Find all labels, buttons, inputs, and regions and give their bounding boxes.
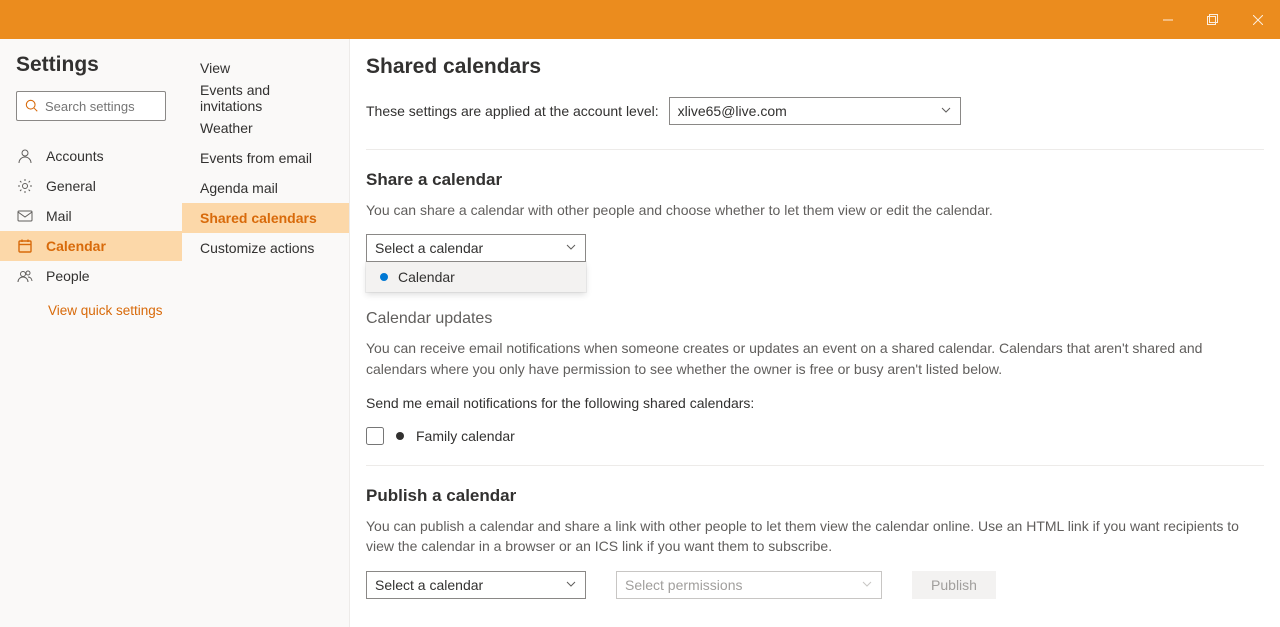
chevron-down-icon: [940, 103, 952, 119]
family-calendar-label: Family calendar: [416, 428, 515, 444]
sidebar-item-general[interactable]: General: [0, 171, 182, 201]
sidebar-item-label: Calendar: [46, 238, 106, 254]
sidebar-item-accounts[interactable]: Accounts: [0, 141, 182, 171]
calendar-updates-desc: You can receive email notifications when…: [366, 338, 1264, 379]
share-calendar-select[interactable]: Select a calendar: [366, 234, 586, 262]
sidebar-item-label: Mail: [46, 208, 72, 224]
calendar-updates-prompt: Send me email notifications for the foll…: [366, 393, 1264, 413]
subnav-item-customize-actions[interactable]: Customize actions: [182, 233, 349, 263]
sidebar-item-people[interactable]: People: [0, 261, 182, 291]
family-calendar-checkbox-row: Family calendar: [366, 427, 1264, 445]
subnav-item-agenda-mail[interactable]: Agenda mail: [182, 173, 349, 203]
share-calendar-dropdown: Calendar: [366, 262, 586, 292]
settings-heading: Settings: [0, 53, 182, 91]
publish-permissions-value: Select permissions: [625, 577, 743, 593]
share-calendar-select-value: Select a calendar: [375, 240, 483, 256]
publish-calendar-select-value: Select a calendar: [375, 577, 483, 593]
share-calendar-desc: You can share a calendar with other peop…: [366, 200, 1264, 220]
subnav-item-view[interactable]: View: [182, 53, 349, 83]
sidebar-item-label: General: [46, 178, 96, 194]
subnav-item-shared-calendars[interactable]: Shared calendars: [182, 203, 349, 233]
account-level-row: These settings are applied at the accoun…: [366, 97, 1264, 150]
subnav-item-weather[interactable]: Weather: [182, 113, 349, 143]
share-calendar-option[interactable]: Calendar: [366, 262, 586, 292]
calendar-updates-title: Calendar updates: [366, 310, 1264, 328]
chevron-down-icon: [861, 577, 873, 593]
calendar-icon: [16, 238, 34, 254]
family-calendar-checkbox[interactable]: [366, 427, 384, 445]
publish-button: Publish: [912, 571, 996, 599]
subnav-item-events-from-email[interactable]: Events from email: [182, 143, 349, 173]
sidebar-item-label: People: [46, 268, 90, 284]
calendar-color-dot: [380, 273, 388, 281]
account-level-label: These settings are applied at the accoun…: [366, 103, 659, 119]
calendar-color-dot: [396, 432, 404, 440]
publish-calendar-desc: You can publish a calendar and share a l…: [366, 516, 1264, 557]
main-content: Shared calendars These settings are appl…: [350, 39, 1280, 627]
publish-calendar-title: Publish a calendar: [366, 486, 1264, 506]
search-icon: [25, 99, 39, 113]
account-select-value: xlive65@live.com: [678, 103, 787, 119]
gear-icon: [16, 178, 34, 194]
publish-permissions-select: Select permissions: [616, 571, 882, 599]
sidebar-item-calendar[interactable]: Calendar: [0, 231, 182, 261]
chevron-down-icon: [565, 577, 577, 593]
search-settings-input-wrap[interactable]: [16, 91, 166, 121]
calendar-settings-subnav: View Events and invitations Weather Even…: [182, 39, 350, 627]
close-button[interactable]: [1235, 0, 1280, 39]
chevron-down-icon: [565, 240, 577, 256]
maximize-button[interactable]: [1190, 0, 1235, 39]
share-calendar-option-label: Calendar: [398, 269, 455, 285]
view-quick-settings-link[interactable]: View quick settings: [0, 291, 182, 318]
people-icon: [16, 268, 34, 284]
mail-icon: [16, 208, 34, 224]
subnav-item-events-invitations[interactable]: Events and invitations: [182, 83, 349, 113]
sidebar-item-label: Accounts: [46, 148, 104, 164]
title-bar: [0, 0, 1280, 39]
share-calendar-title: Share a calendar: [366, 170, 1264, 190]
account-select[interactable]: xlive65@live.com: [669, 97, 961, 125]
minimize-button[interactable]: [1145, 0, 1190, 39]
publish-calendar-select[interactable]: Select a calendar: [366, 571, 586, 599]
page-title: Shared calendars: [366, 55, 1264, 79]
sidebar-item-mail[interactable]: Mail: [0, 201, 182, 231]
person-icon: [16, 148, 34, 164]
divider: [366, 465, 1264, 466]
settings-sidebar: Settings Accounts General Mail Calendar …: [0, 39, 182, 627]
